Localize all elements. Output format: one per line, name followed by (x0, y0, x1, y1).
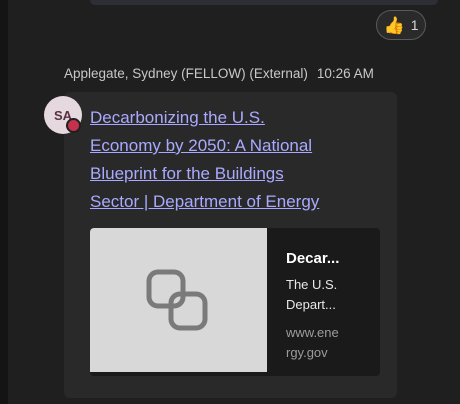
preview-title: Decar... (286, 250, 340, 267)
message-timestamp: 10:26 AM (316, 66, 374, 81)
sender-name: Applegate, Sydney (FELLOW) (External) (64, 66, 308, 81)
presence-busy-icon (66, 118, 81, 133)
message-link[interactable]: Decarbonizing the U.S. Economy by 2050: … (90, 104, 390, 216)
preview-description-line: Depart... (286, 297, 336, 312)
link-preview-card[interactable]: Decar... The U.S. Depart... www.ene rgy.… (90, 228, 380, 376)
reaction-count: 1 (410, 17, 419, 33)
preview-description: The U.S. Depart... (286, 275, 374, 315)
link-icon (146, 269, 207, 331)
link-line: Decarbonizing the U.S. (90, 108, 265, 127)
reaction-button[interactable]: 👍 1 (376, 10, 426, 40)
link-line: Economy by 2050: A National (90, 136, 313, 155)
previous-message-edge (90, 0, 438, 5)
link-line: Blueprint for the Buildings (90, 164, 284, 183)
left-rail (0, 0, 8, 404)
preview-domain: www.ene rgy.gov (286, 323, 374, 363)
link-line: Sector | Department of Energy (90, 192, 320, 211)
preview-domain-line: rgy.gov (286, 345, 328, 360)
preview-domain-line: www.ene (286, 325, 339, 340)
message-header: Applegate, Sydney (FELLOW) (External) 10:… (64, 66, 374, 81)
preview-description-line: The U.S. (286, 277, 338, 292)
thumbs-up-icon: 👍 (383, 15, 405, 35)
preview-thumbnail (90, 228, 267, 372)
chat-pane: 👍 1 Applegate, Sydney (FELLOW) (External… (0, 0, 460, 404)
